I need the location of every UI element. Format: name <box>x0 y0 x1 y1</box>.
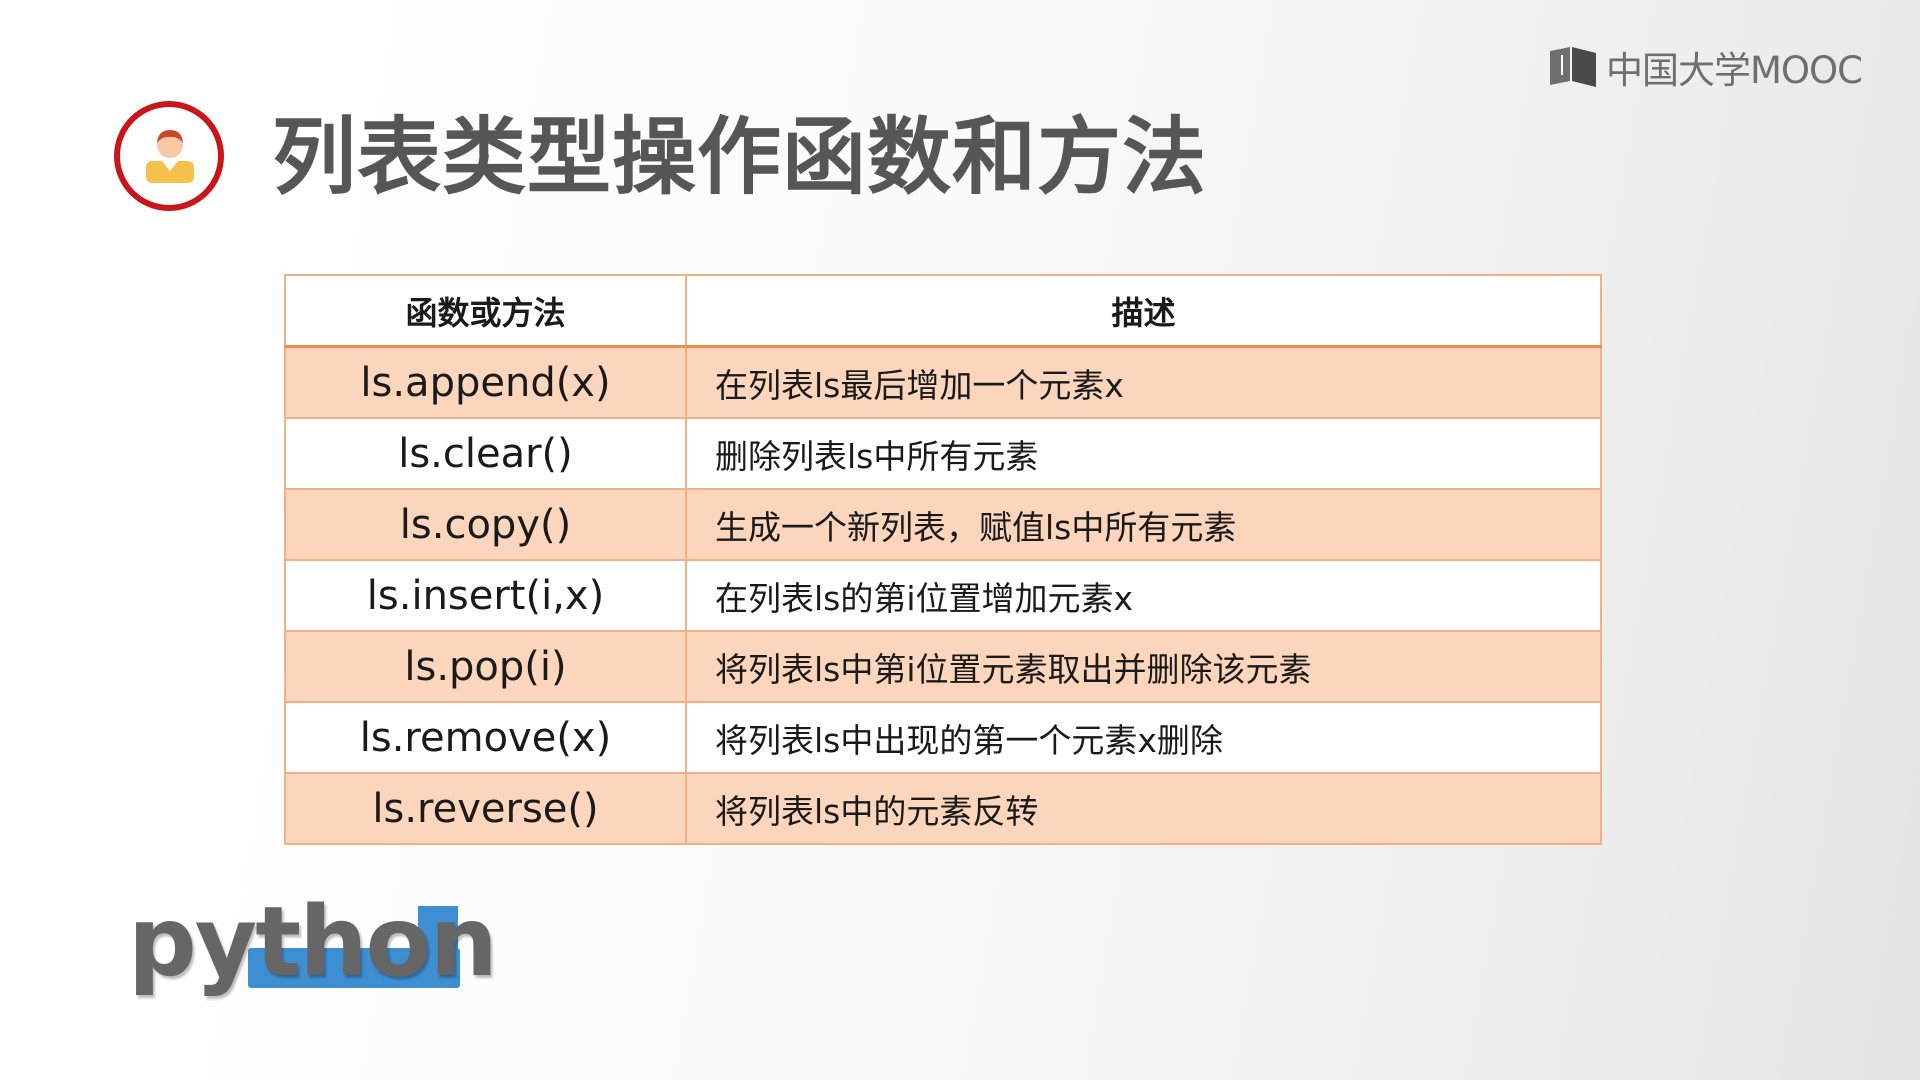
mooc-logo-text: 中国大学MOOC <box>1605 49 1863 92</box>
function-cell: ls.append(x) <box>284 345 687 419</box>
function-table: 函数或方法 描述 ls.append(x) 在列表ls最后增加一个元素x ls.… <box>284 274 1602 845</box>
description-cell: 在列表ls的第i位置增加元素x <box>685 559 1602 632</box>
description-cell: 将列表ls中第i位置元素取出并删除该元素 <box>685 630 1602 703</box>
table-row: ls.copy() 生成一个新列表，赋值ls中所有元素 <box>284 488 1602 561</box>
description-cell: 将列表ls中出现的第一个元素x删除 <box>685 701 1602 774</box>
python-logo: python <box>128 886 498 1010</box>
table-row: ls.reverse() 将列表ls中的元素反转 <box>284 772 1602 845</box>
description-cell: 将列表ls中的元素反转 <box>685 772 1602 845</box>
table-row: ls.append(x) 在列表ls最后增加一个元素x <box>284 345 1602 419</box>
python-logo-text: python <box>128 886 498 998</box>
table-header-row: 函数或方法 描述 <box>284 274 1602 348</box>
table-row: ls.pop(i) 将列表ls中第i位置元素取出并删除该元素 <box>284 630 1602 703</box>
column-header-function: 函数或方法 <box>284 274 687 348</box>
book-icon <box>1549 47 1596 87</box>
person-icon <box>114 101 224 211</box>
column-header-description: 描述 <box>685 274 1602 348</box>
function-cell: ls.clear() <box>284 417 687 490</box>
function-cell: ls.reverse() <box>284 772 687 845</box>
table-row: ls.remove(x) 将列表ls中出现的第一个元素x删除 <box>284 701 1602 774</box>
function-cell: ls.copy() <box>284 488 687 561</box>
function-cell: ls.pop(i) <box>284 630 687 703</box>
table-row: ls.insert(i,x) 在列表ls的第i位置增加元素x <box>284 559 1602 632</box>
description-cell: 删除列表ls中所有元素 <box>685 417 1602 490</box>
slide-title: 列表类型操作函数和方法 <box>272 108 1208 206</box>
description-cell: 生成一个新列表，赋值ls中所有元素 <box>685 488 1602 561</box>
mooc-logo: 中国大学MOOC <box>1548 40 1863 94</box>
description-cell: 在列表ls最后增加一个元素x <box>685 345 1602 419</box>
function-cell: ls.insert(i,x) <box>284 559 687 632</box>
function-cell: ls.remove(x) <box>284 701 687 774</box>
table-row: ls.clear() 删除列表ls中所有元素 <box>284 417 1602 490</box>
